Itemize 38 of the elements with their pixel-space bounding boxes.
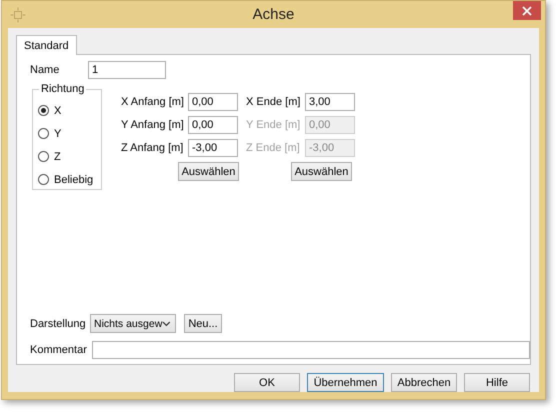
window-title: Achse (252, 6, 296, 23)
coordinate-field[interactable]: 0,00 (188, 92, 238, 110)
coordinate-field[interactable]: 0,00 (188, 116, 238, 134)
dialog-button[interactable]: OK (234, 373, 300, 392)
close-icon (522, 6, 532, 16)
dialog-button[interactable]: Hilfe (464, 373, 530, 392)
display-label: Darstellung (30, 318, 87, 330)
radio-label: Y (54, 128, 62, 140)
coordinate-label: Z Anfang [m] (121, 142, 184, 154)
select-button[interactable]: Auswählen (291, 162, 352, 181)
chevron-down-icon (162, 320, 171, 326)
coordinate-field[interactable]: -3,00 (188, 138, 238, 156)
radio-button[interactable] (38, 151, 49, 162)
radio-label: Z (54, 150, 61, 162)
radio-button[interactable] (38, 105, 49, 116)
close-button[interactable] (513, 1, 541, 20)
dialog-button[interactable]: Abbrechen (391, 373, 457, 392)
new-button[interactable]: Neu... (184, 314, 222, 333)
coordinate-label: Y Anfang [m] (121, 118, 185, 130)
coordinate-field[interactable]: 3,00 (305, 92, 355, 110)
display-dropdown[interactable]: Nichts ausgew (90, 314, 176, 333)
group-title: Richtung (39, 83, 86, 95)
radio-button[interactable] (38, 128, 49, 139)
comment-label: Kommentar (30, 344, 88, 356)
tab[interactable]: Standard (16, 35, 77, 55)
move-icon (10, 7, 26, 23)
coordinate-label: Y Ende [m] (246, 118, 302, 130)
radio-button[interactable] (38, 174, 49, 185)
name-field[interactable]: 1 (88, 61, 166, 79)
coordinate-label: Z Ende [m] (246, 142, 301, 154)
select-button[interactable]: Auswählen (178, 162, 239, 181)
dialog-button[interactable]: Übernehmen (307, 373, 384, 392)
name-label: Name (30, 64, 60, 76)
coordinate-label: X Anfang [m] (121, 96, 185, 108)
coordinate-label: X Ende [m] (246, 96, 302, 108)
radio-label: X (54, 104, 62, 116)
comment-field[interactable] (92, 341, 530, 359)
radio-label: Beliebig (54, 174, 94, 186)
